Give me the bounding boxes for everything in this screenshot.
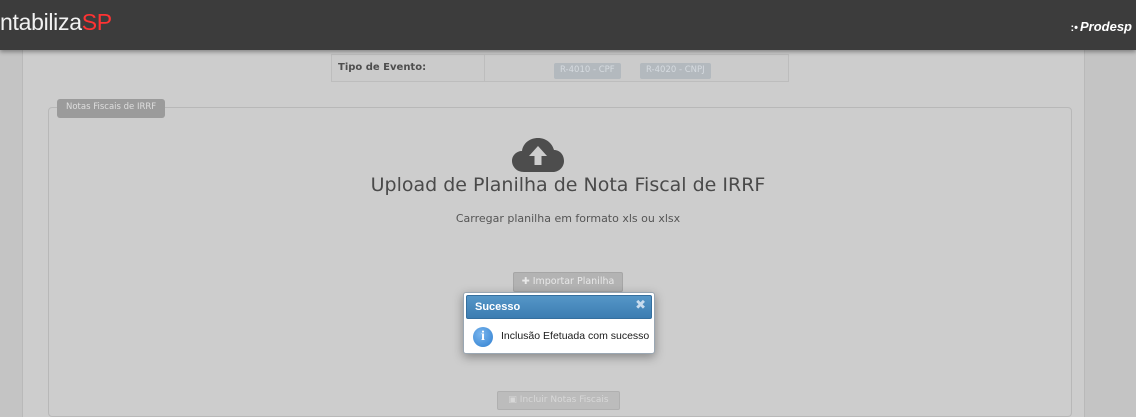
brand-sp: SP [81,9,112,35]
main-content: Tipo de Evento: R-4010 - CPF R-4020 - CN… [22,50,1085,417]
brand-text: ntabiliza [0,9,82,35]
panel-tab-label: Notas Fiscais de IRRF [57,99,166,118]
save-icon: ▣ [508,395,520,405]
upload-subtitle: Carregar planilha em formato xls ou xlsx [455,212,681,225]
plus-icon: ✚ [521,276,533,287]
cloud-upload-icon [512,138,564,172]
dialog-title: Sucesso [475,301,521,313]
info-icon: i [473,327,493,347]
importar-label: Importar Planilha [532,276,615,287]
prodesp-text: Prodesp [1079,19,1132,34]
evento-option-cnpj[interactable]: R-4020 - CNPJ [640,63,711,79]
prodesp-mark-icon: :• [1070,22,1078,34]
dialog-header: Sucesso ✖ [466,295,652,319]
dialog-message: Inclusão Efetuada com sucesso [501,330,650,342]
upload-title: Upload de Planilha de Nota Fiscal de IRR… [370,174,766,196]
top-bar: ntabilizaSP :• Prodesp [0,0,1136,50]
divider [484,55,485,81]
incluir-notas-fiscais-button[interactable]: ▣ Incluir Notas Fiscais [497,391,620,410]
prodesp-logo: :• Prodesp [1070,19,1132,34]
importar-planilha-button[interactable]: ✚ Importar Planilha [513,272,623,292]
tipo-evento-label: Tipo de Evento: [338,62,427,73]
success-dialog: Sucesso ✖ i Inclusão Efetuada com sucess… [463,292,655,354]
page-overlay: Tipo de Evento: R-4010 - CPF R-4020 - CN… [0,50,1136,417]
incluir-label: Incluir Notas Fiscais [519,395,609,405]
evento-option-cpf[interactable]: R-4010 - CPF [554,63,621,79]
close-icon[interactable]: ✖ [635,298,646,313]
tipo-evento-row: Tipo de Evento: R-4010 - CPF R-4020 - CN… [331,54,789,82]
brand-logo[interactable]: ntabilizaSP [0,9,112,36]
